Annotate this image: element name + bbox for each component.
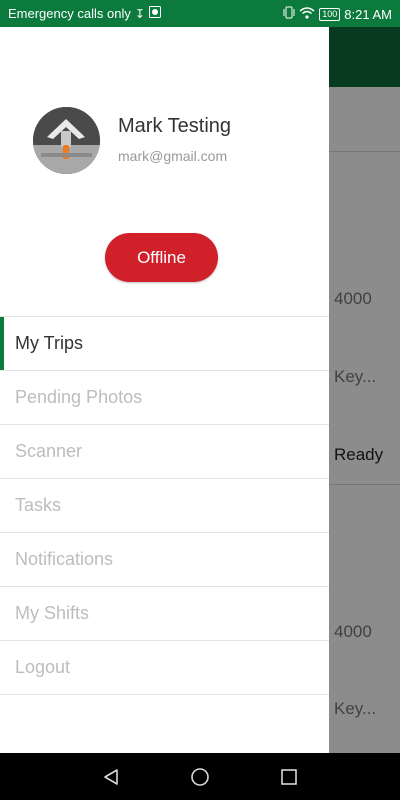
app-notification-icon: [148, 6, 161, 21]
offline-status-button[interactable]: Offline: [105, 233, 218, 282]
menu-item-logout[interactable]: Logout: [0, 640, 329, 695]
user-email: mark@gmail.com: [118, 148, 228, 164]
battery-level: 100: [322, 8, 338, 19]
menu-item-label: Tasks: [15, 495, 62, 515]
battery-icon: 100: [319, 7, 341, 21]
navigation-drawer: Mark Testing mark@gmail.com Offline My T…: [0, 27, 329, 753]
menu-item-notifications[interactable]: Notifications: [0, 532, 329, 586]
vibrate-icon: [283, 6, 295, 22]
menu-item-pending-photos[interactable]: Pending Photos: [0, 370, 329, 424]
menu-item-label: Notifications: [15, 549, 114, 569]
menu-item-label: My Shifts: [15, 603, 90, 623]
home-icon[interactable]: [188, 765, 212, 789]
back-icon[interactable]: [99, 765, 123, 789]
avatar[interactable]: [33, 107, 100, 174]
usb-icon: ↧: [134, 6, 145, 21]
menu-item-scanner[interactable]: Scanner: [0, 424, 329, 478]
status-left: Emergency calls only ↧: [8, 6, 161, 21]
menu-item-label: Scanner: [15, 441, 83, 461]
system-nav-bar: [0, 753, 400, 800]
menu-item-label: Logout: [15, 657, 71, 677]
menu-item-my-trips[interactable]: My Trips: [0, 316, 329, 370]
drawer-menu: My Trips Pending Photos Scanner Tasks No…: [0, 316, 329, 695]
menu-item-tasks[interactable]: Tasks: [0, 478, 329, 532]
menu-item-label: My Trips: [15, 333, 84, 353]
menu-item-my-shifts[interactable]: My Shifts: [0, 586, 329, 640]
status-bar: Emergency calls only ↧ 100 8:21 AM: [0, 0, 400, 27]
status-right: 100 8:21 AM: [283, 6, 392, 22]
menu-item-label: Pending Photos: [15, 387, 143, 407]
user-name: Mark Testing: [118, 115, 232, 137]
carrier-text: Emergency calls only: [8, 6, 131, 21]
recents-icon[interactable]: [277, 765, 301, 789]
wifi-icon: [299, 6, 315, 22]
clock: 8:21 AM: [344, 6, 392, 22]
